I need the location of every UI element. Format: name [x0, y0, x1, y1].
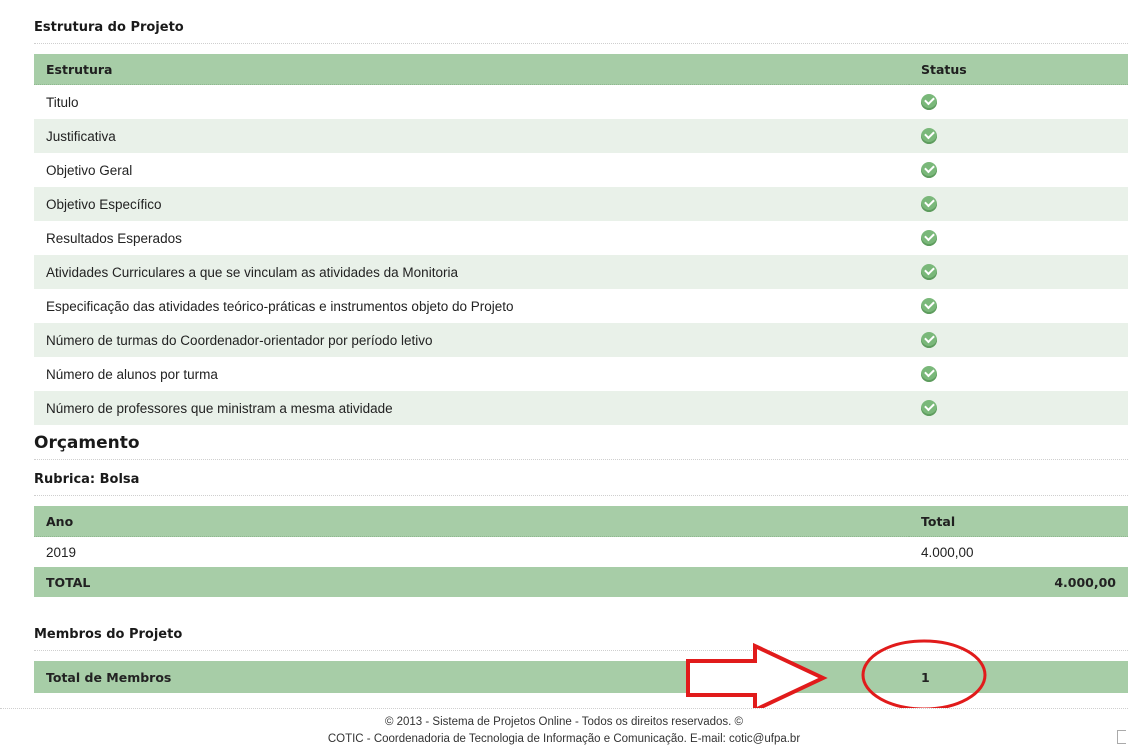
- table-row: Objetivo Geral: [34, 153, 1128, 187]
- total-membros-value: 1: [909, 661, 1128, 693]
- status-cell: [909, 153, 1128, 187]
- check-circle-icon: [921, 196, 937, 213]
- table-row: Especificação das atividades teórico-prá…: [34, 289, 1128, 323]
- rubrica-title: Rubrica: Bolsa: [34, 460, 1128, 496]
- estrutura-section-title: Estrutura do Projeto: [34, 0, 1128, 44]
- cell-total: 4.000,00: [909, 536, 1128, 567]
- table-row: Titulo: [34, 84, 1128, 119]
- column-header-total: Total: [909, 506, 1128, 537]
- check-circle-icon: [921, 162, 937, 179]
- status-cell: [909, 323, 1128, 357]
- main-content: Estrutura do Projeto Estrutura Status Ti…: [34, 0, 1128, 693]
- status-cell: [909, 391, 1128, 425]
- check-circle-icon: [921, 264, 937, 281]
- table-row: Número de professores que ministram a me…: [34, 391, 1128, 425]
- total-row: TOTAL 4.000,00: [34, 567, 1128, 597]
- table-row: 2019 4.000,00: [34, 536, 1128, 567]
- table-row: Objetivo Específico: [34, 187, 1128, 221]
- check-circle-icon: [921, 400, 937, 417]
- status-cell: [909, 289, 1128, 323]
- status-cell: [909, 221, 1128, 255]
- total-label: TOTAL: [34, 567, 909, 597]
- check-circle-icon: [921, 128, 937, 145]
- column-header-estrutura: Estrutura: [34, 54, 909, 85]
- estrutura-item-label: Titulo: [34, 84, 909, 119]
- estrutura-item-label: Atividades Curriculares a que se vincula…: [34, 255, 909, 289]
- column-header-status: Status: [909, 54, 1128, 85]
- estrutura-item-label: Número de alunos por turma: [34, 357, 909, 391]
- footer-line-2: COTIC - Coordenadoria de Tecnologia de I…: [327, 733, 801, 745]
- footer: © 2013 - Sistema de Projetos Online - To…: [0, 708, 1128, 745]
- estrutura-item-label: Número de professores que ministram a me…: [34, 391, 909, 425]
- membros-section-title: Membros do Projeto: [34, 607, 1128, 651]
- table-row: Resultados Esperados: [34, 221, 1128, 255]
- cell-ano: 2019: [34, 536, 909, 567]
- status-cell: [909, 357, 1128, 391]
- check-circle-icon: [921, 332, 937, 349]
- estrutura-item-label: Justificativa: [34, 119, 909, 153]
- status-cell: [909, 84, 1128, 119]
- check-circle-icon: [921, 366, 937, 383]
- check-circle-icon: [921, 298, 937, 315]
- table-row: Número de turmas do Coordenador-orientad…: [34, 323, 1128, 357]
- status-cell: [909, 255, 1128, 289]
- estrutura-item-label: Especificação das atividades teórico-prá…: [34, 289, 909, 323]
- estrutura-item-label: Objetivo Específico: [34, 187, 909, 221]
- estrutura-item-label: Objetivo Geral: [34, 153, 909, 187]
- orcamento-table: Ano Total 2019 4.000,00 TOTAL 4.000,00: [34, 506, 1128, 597]
- table-row: Justificativa: [34, 119, 1128, 153]
- estrutura-table: Estrutura Status Titulo Justificativa Obje…: [34, 54, 1128, 425]
- table-row: Atividades Curriculares a que se vincula…: [34, 255, 1128, 289]
- status-cell: [909, 119, 1128, 153]
- total-value: 4.000,00: [909, 567, 1128, 597]
- estrutura-item-label: Resultados Esperados: [34, 221, 909, 255]
- check-circle-icon: [921, 94, 937, 111]
- table-row: Número de alunos por turma: [34, 357, 1128, 391]
- orcamento-title: Orçamento: [34, 425, 1128, 460]
- membros-table: Total de Membros 1: [34, 661, 1128, 693]
- check-circle-icon: [921, 230, 937, 247]
- status-cell: [909, 187, 1128, 221]
- column-header-ano: Ano: [34, 506, 909, 537]
- estrutura-item-label: Número de turmas do Coordenador-orientad…: [34, 323, 909, 357]
- total-membros-row: Total de Membros 1: [34, 661, 1128, 693]
- footer-line-1: © 2013 - Sistema de Projetos Online - To…: [384, 716, 744, 728]
- total-membros-label: Total de Membros: [34, 661, 909, 693]
